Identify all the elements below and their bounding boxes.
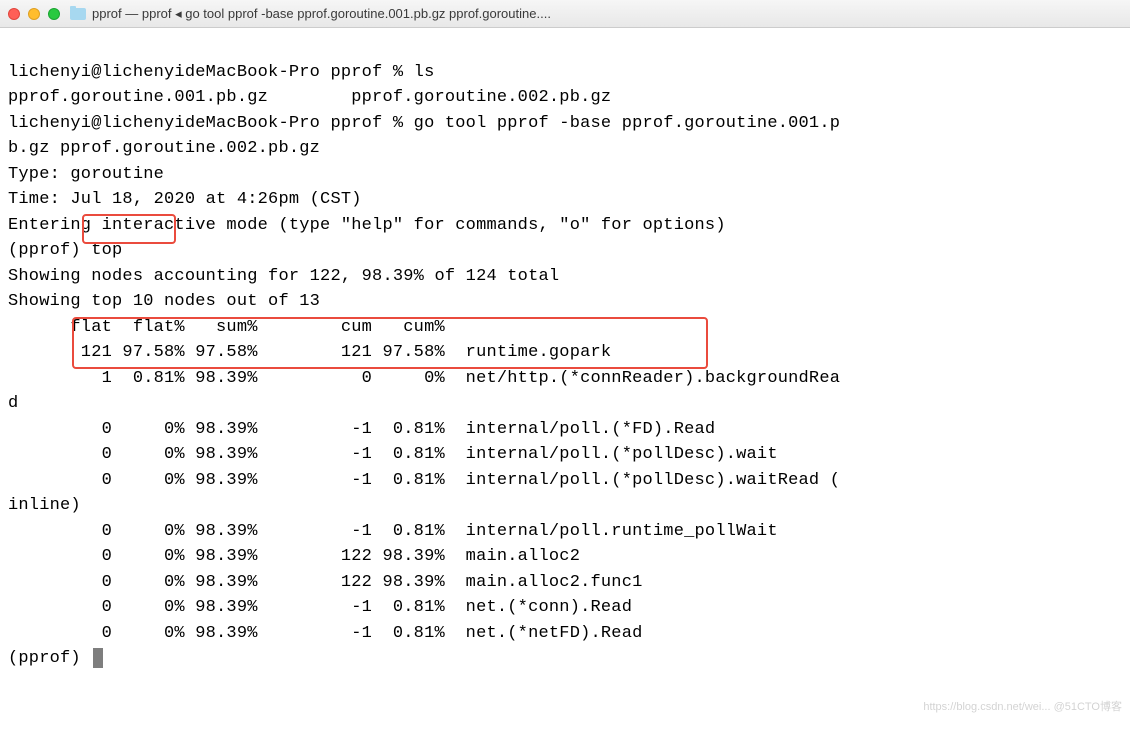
table-row: 0 0% 98.39% -1 0.81% internal/poll.(*pol… [8, 445, 778, 464]
table-row: 0 0% 98.39% -1 0.81% internal/poll.(*FD)… [8, 420, 715, 439]
table-row-cont: d [8, 394, 18, 413]
traffic-lights [8, 8, 60, 20]
table-row: 0 0% 98.39% -1 0.81% internal/poll.runti… [8, 522, 778, 541]
summary-line: Showing nodes accounting for 122, 98.39%… [8, 267, 559, 286]
cursor-icon [93, 648, 103, 668]
table-row: 0 0% 98.39% -1 0.81% net.(*conn).Read [8, 598, 632, 617]
pprof-prompt: (pprof) [8, 649, 91, 668]
table-row-cont: inline) [8, 496, 81, 515]
pprof-type: Type: goroutine [8, 165, 164, 184]
window-title: pprof — pprof ◂ go tool pprof -base ppro… [92, 4, 1122, 24]
watermark: https://blog.csdn.net/wei... @51CTO博客 [923, 701, 1122, 714]
window-title-bar: pprof — pprof ◂ go tool pprof -base ppro… [0, 0, 1130, 28]
table-row: 0 0% 98.39% -1 0.81% internal/poll.(*pol… [8, 471, 840, 490]
terminal-output[interactable]: lichenyi@lichenyideMacBook-Pro pprof % l… [0, 28, 1130, 754]
maximize-icon[interactable] [48, 8, 60, 20]
prompt-line: lichenyi@lichenyideMacBook-Pro pprof % l… [8, 63, 434, 82]
close-icon[interactable] [8, 8, 20, 20]
table-row: 0 0% 98.39% -1 0.81% net.(*netFD).Read [8, 624, 643, 643]
prompt-line: lichenyi@lichenyideMacBook-Pro pprof % g… [8, 114, 840, 133]
pprof-time: Time: Jul 18, 2020 at 4:26pm (CST) [8, 190, 362, 209]
minimize-icon[interactable] [28, 8, 40, 20]
folder-icon [70, 8, 86, 20]
summary-line: Showing top 10 nodes out of 13 [8, 292, 320, 311]
pprof-mode: Entering interactive mode (type "help" f… [8, 216, 726, 235]
table-row: 0 0% 98.39% 122 98.39% main.alloc2 [8, 547, 580, 566]
table-row: 1 0.81% 98.39% 0 0% net/http.(*connReade… [8, 369, 840, 388]
table-row: 121 97.58% 97.58% 121 97.58% runtime.gop… [8, 343, 611, 362]
pprof-prompt-top: (pprof) top [8, 241, 122, 260]
table-row: 0 0% 98.39% 122 98.39% main.alloc2.func1 [8, 573, 643, 592]
ls-output: pprof.goroutine.001.pb.gz pprof.goroutin… [8, 88, 611, 107]
prompt-line-cont: b.gz pprof.goroutine.002.pb.gz [8, 139, 320, 158]
table-header: flat flat% sum% cum cum% [8, 318, 445, 337]
